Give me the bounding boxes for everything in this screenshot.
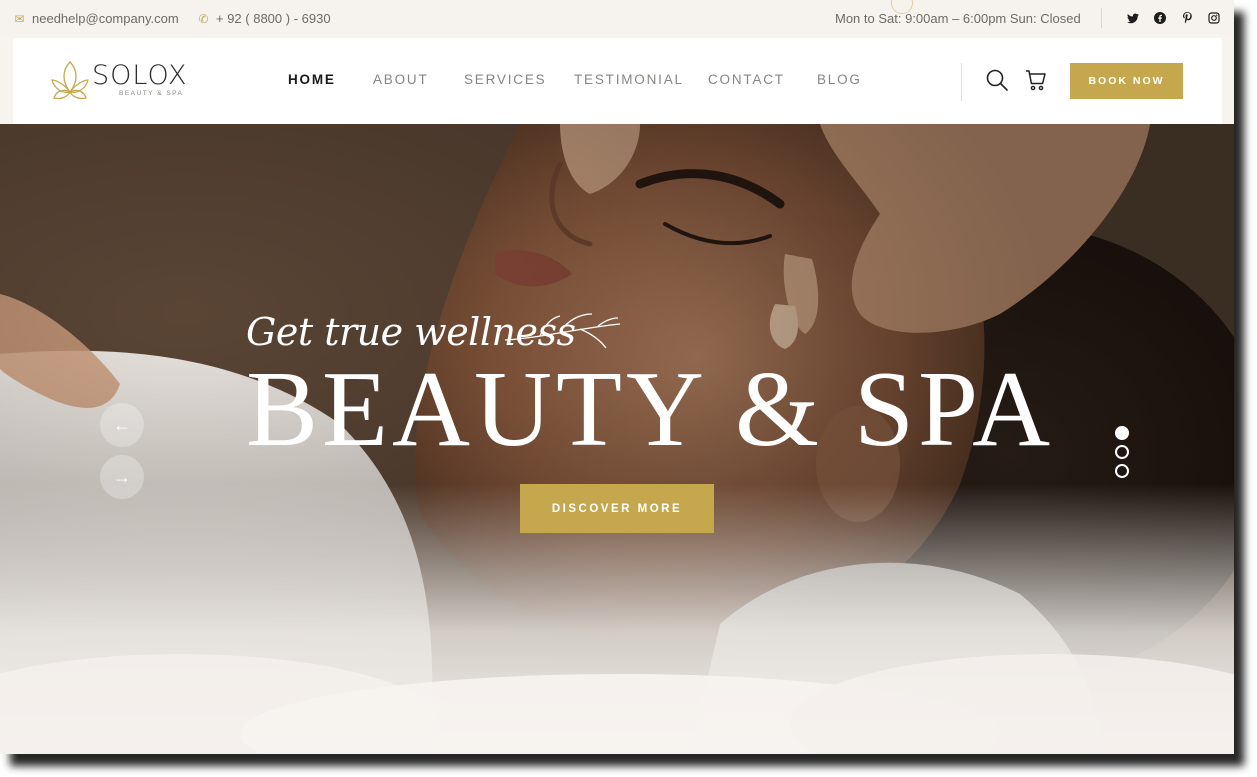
phone-icon: ✆ xyxy=(198,11,209,26)
prev-slide-button[interactable]: ← xyxy=(100,403,144,447)
opening-hours: Mon to Sat: 9:00am – 6:00pm Sun: Closed xyxy=(835,11,1081,26)
hero-tagline: Get true wellness xyxy=(246,310,576,354)
nav-item-home[interactable]: HOME xyxy=(288,72,336,87)
lotus-logo-icon xyxy=(51,61,89,100)
nav-item-contact[interactable]: CONTACT xyxy=(708,72,785,87)
facebook-icon[interactable] xyxy=(1153,11,1167,25)
brand-tagline: BEAUTY & SPA xyxy=(119,90,184,97)
cart-icon[interactable] xyxy=(1024,68,1048,92)
slide-dot-1[interactable] xyxy=(1115,426,1129,440)
topbar-divider xyxy=(1101,8,1102,28)
arrow-right-icon: → xyxy=(113,466,131,487)
hero-slider: Get true wellness BEAUTY & SPA DISCOVER … xyxy=(0,124,1234,754)
nav-item-blog[interactable]: BLOG xyxy=(817,72,862,87)
slide-dot-3[interactable] xyxy=(1115,464,1129,478)
search-icon[interactable] xyxy=(985,68,1009,92)
slider-pagination xyxy=(1115,426,1129,478)
brand-name: SOLOX xyxy=(92,60,188,91)
brand-logo[interactable]: SOLOX BEAUTY & SPA xyxy=(50,56,190,106)
nav-item-services[interactable]: SERVICES xyxy=(464,72,546,87)
email-text: needhelp@company.com xyxy=(32,11,179,26)
hours-text: Mon to Sat: 9:00am – 6:00pm Sun: Closed xyxy=(835,11,1081,26)
phone-link[interactable]: ✆ + 92 ( 8800 ) - 6930 xyxy=(197,11,331,26)
header-divider xyxy=(961,63,962,101)
hero-headline: BEAUTY & SPA xyxy=(246,350,1055,469)
envelope-icon: ✉ xyxy=(14,11,25,26)
site-header: SOLOX BEAUTY & SPA HOME ABOUT SERVICES T… xyxy=(13,38,1222,124)
instagram-icon[interactable] xyxy=(1207,11,1221,25)
top-bar: ✉ needhelp@company.com ✆ + 92 ( 8800 ) -… xyxy=(0,0,1234,37)
phone-text: + 92 ( 8800 ) - 6930 xyxy=(216,11,331,26)
nav-item-testimonial[interactable]: TESTIMONIAL xyxy=(574,72,684,87)
arrow-left-icon: ← xyxy=(113,414,131,435)
email-link[interactable]: ✉ needhelp@company.com xyxy=(13,11,179,26)
next-slide-button[interactable]: → xyxy=(100,455,144,499)
page-frame: ✉ needhelp@company.com ✆ + 92 ( 8800 ) -… xyxy=(0,0,1234,754)
pinterest-icon[interactable] xyxy=(1180,11,1194,25)
book-now-button[interactable]: BOOK NOW xyxy=(1070,63,1183,99)
discover-more-button[interactable]: DISCOVER MORE xyxy=(520,484,714,533)
slide-dot-2[interactable] xyxy=(1115,445,1129,459)
nav-item-about[interactable]: ABOUT xyxy=(373,72,429,87)
twitter-icon[interactable] xyxy=(1126,11,1140,25)
social-links xyxy=(1126,11,1221,25)
